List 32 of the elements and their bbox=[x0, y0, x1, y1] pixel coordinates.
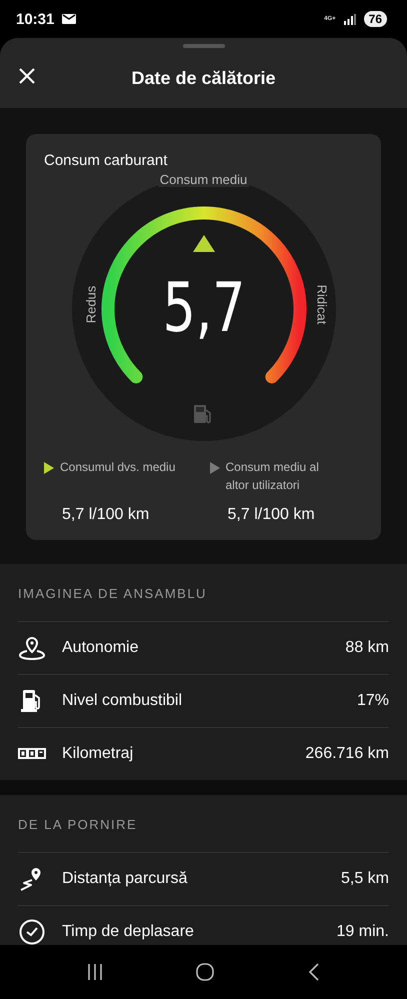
mail-icon bbox=[62, 14, 76, 24]
row-value: 88 km bbox=[345, 639, 389, 657]
row-label: Distanța parcursă bbox=[62, 870, 188, 888]
row-label: Kilometraj bbox=[62, 745, 134, 763]
location-pin-icon bbox=[18, 636, 46, 660]
card-title: Consum carburant bbox=[44, 152, 168, 169]
row-label: Nivel combustibil bbox=[62, 692, 184, 710]
legend-label: Consumul dvs. mediu bbox=[60, 459, 176, 476]
recent-apps-icon[interactable] bbox=[86, 964, 103, 980]
sheet-title: Date de călătorie bbox=[131, 68, 276, 88]
row-label: Autonomie bbox=[62, 639, 140, 657]
home-icon[interactable] bbox=[196, 963, 214, 981]
battery-level: 76 bbox=[364, 11, 387, 27]
row-value: 5,5 km bbox=[340, 870, 389, 888]
fuel-pump-icon bbox=[194, 405, 210, 424]
gauge-marker bbox=[192, 235, 214, 252]
signal-icon bbox=[344, 14, 356, 24]
close-icon[interactable] bbox=[18, 67, 36, 85]
row-value: 17% bbox=[356, 692, 389, 710]
section-heading: DE LA PORNIRE bbox=[18, 817, 138, 832]
gauge-top-label: Consum mediu bbox=[158, 172, 250, 187]
gauge-right-label: Ridicat bbox=[314, 284, 330, 324]
row-value: 266.716 km bbox=[305, 745, 389, 763]
row-value: 19 min. bbox=[336, 923, 389, 941]
legend-value: 5,7 l/100 km bbox=[61, 505, 150, 524]
gauge-left-label: Redus bbox=[82, 286, 98, 324]
row-label: Timp de deplasare bbox=[62, 923, 195, 941]
status-time: 10:31 bbox=[16, 10, 54, 28]
legend-value: 5,7 l/100 km bbox=[226, 505, 316, 524]
section-heading: IMAGINEA DE ANSAMBLU bbox=[18, 586, 208, 601]
legend-label: Consum mediu al altor utilizatori bbox=[226, 459, 320, 494]
back-icon[interactable] bbox=[308, 963, 320, 981]
